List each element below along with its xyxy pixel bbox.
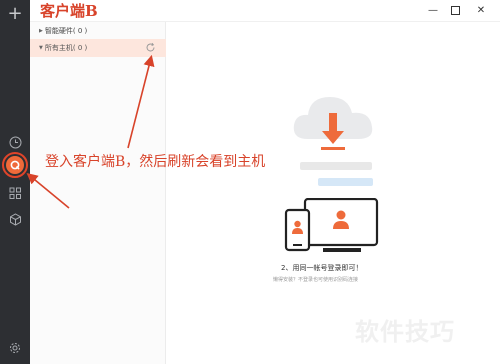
remote-logo-icon[interactable] — [2, 152, 28, 178]
clock-icon[interactable] — [7, 134, 23, 150]
gear-icon[interactable] — [7, 340, 23, 356]
host-list-panel: ▶ 智能硬件( 0 ) ▼ 所有主机( 0 ) — [30, 22, 166, 364]
maximize-icon[interactable] — [448, 3, 462, 17]
refresh-icon[interactable] — [145, 42, 156, 53]
grid-icon[interactable] — [7, 185, 23, 201]
title-bar: 客户端B — ✕ — [30, 0, 500, 22]
login-hint: 懒得安装？不登录也可使用识别码连接 — [273, 277, 359, 283]
watermark: 软件技巧 — [355, 318, 455, 346]
group-label: 智能硬件( 0 ) — [44, 27, 88, 35]
annotation-text: 登入客户端B，然后刷新会看到主机 — [45, 154, 266, 170]
caret-right-icon: ▶ — [39, 28, 43, 34]
group-label: 所有主机( 0 ) — [44, 44, 88, 52]
group-all-hosts[interactable]: ▼ 所有主机( 0 ) — [30, 39, 166, 57]
cloud-upload-icon — [293, 97, 373, 150]
minimize-icon[interactable]: — — [426, 3, 440, 17]
window-title: 客户端B — [40, 2, 98, 20]
group-smart-hardware[interactable]: ▶ 智能硬件( 0 ) — [30, 22, 166, 40]
cube-icon[interactable] — [7, 211, 23, 227]
blurred-text — [300, 162, 372, 170]
app-window: + 客户端B — ✕ ▶ 智能硬件( 0 ) ▼ 所有主机(0) 2、用同一… — [0, 0, 500, 364]
login-instruction: 2、用同一帐号登录即可！ — [281, 264, 363, 272]
devices-icon — [284, 198, 379, 252]
blurred-link — [318, 178, 373, 186]
caret-down-icon: ▼ — [39, 45, 43, 51]
left-rail: + — [0, 0, 30, 364]
close-icon[interactable]: ✕ — [474, 3, 488, 17]
plus-icon[interactable]: + — [7, 5, 23, 23]
